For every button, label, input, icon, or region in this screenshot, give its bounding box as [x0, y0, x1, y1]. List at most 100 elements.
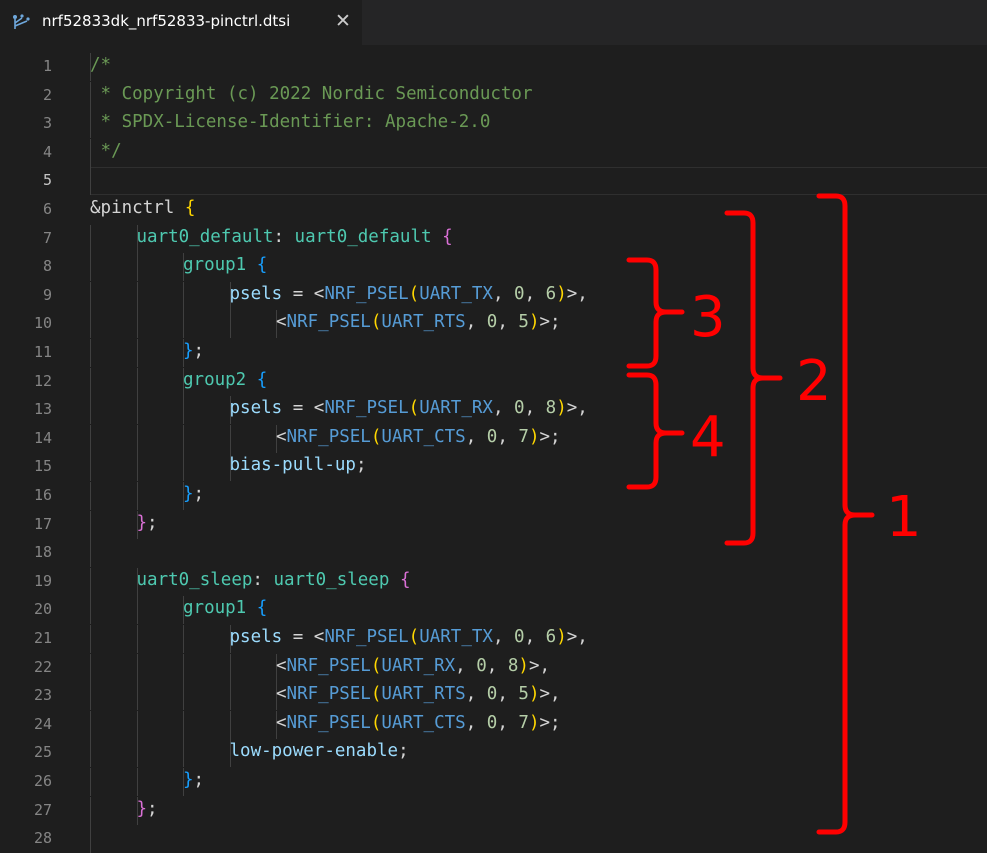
line-number[interactable]: 19	[0, 572, 52, 590]
code-line[interactable]: 2 * Copyright (c) 2022 Nordic Semiconduc…	[0, 81, 987, 110]
code-token: ,	[465, 712, 487, 733]
line-number[interactable]: 26	[0, 772, 52, 790]
line-number[interactable]: 18	[0, 543, 52, 561]
code-token: ,	[465, 426, 487, 447]
code-token: (	[408, 283, 420, 304]
code-line[interactable]: 5	[0, 167, 987, 196]
code-line[interactable]: 26};	[0, 768, 987, 796]
line-number[interactable]: 25	[0, 743, 52, 761]
code-line[interactable]: 16};	[0, 482, 987, 510]
line-number[interactable]: 15	[0, 457, 52, 475]
code-token: ,	[492, 283, 515, 304]
code-line[interactable]: 27};	[0, 796, 987, 825]
code-token: NRF_PSEL	[286, 684, 371, 705]
indent-guide	[90, 310, 91, 339]
indent-guide	[136, 682, 138, 711]
indent-guide	[183, 625, 184, 653]
indent-guide	[229, 682, 231, 711]
line-number[interactable]: 20	[0, 600, 52, 618]
line-number[interactable]: 9	[0, 286, 52, 304]
line-number[interactable]: 6	[0, 200, 52, 218]
line-number[interactable]: 22	[0, 658, 52, 676]
code-token: group1	[183, 598, 247, 619]
code-text: psels = <NRF_PSEL(UART_TX, 0, 6)>,	[230, 627, 588, 647]
code-line[interactable]: 8 group1 {	[0, 253, 987, 282]
code-token: ;	[193, 770, 205, 790]
code-line[interactable]: 23 <NRF_PSEL(UART_RTS, 0, 5)>,	[0, 682, 987, 711]
indent-guide	[183, 682, 184, 711]
code-token: >;	[539, 312, 561, 333]
code-line[interactable]: 4 */	[0, 138, 987, 167]
code-line[interactable]: 12 group2 {	[0, 367, 987, 396]
annotation-label-4: 4	[690, 405, 726, 470]
code-line[interactable]: 28	[0, 825, 987, 853]
indent-guide	[90, 710, 91, 739]
indent-guide	[136, 710, 138, 739]
editor-tab[interactable]: nrf52833dk_nrf52833-pinctrl.dtsi ✕	[0, 0, 362, 45]
line-number[interactable]: 21	[0, 629, 52, 647]
code-token: low-power-enable	[229, 741, 399, 762]
code-token: ,	[486, 655, 508, 676]
code-line[interactable]: 7 uart0_default: uart0_default {	[0, 224, 987, 253]
close-icon[interactable]: ✕	[332, 10, 354, 32]
code-line[interactable]: 11};	[0, 339, 987, 367]
line-number[interactable]: 4	[0, 143, 52, 161]
code-token: NRF_PSEL	[286, 312, 371, 333]
code-token: >;	[539, 426, 561, 447]
line-number[interactable]: 17	[0, 515, 52, 533]
indent-guide	[229, 424, 231, 453]
code-line[interactable]: 20 group1 {	[0, 596, 987, 625]
code-line[interactable]: 25 low-power-enable;	[0, 739, 987, 768]
code-line[interactable]: 14 <NRF_PSEL(UART_CTS, 0, 7)>;	[0, 424, 987, 453]
code-token: 0	[486, 426, 498, 447]
code-line[interactable]: 22 <NRF_PSEL(UART_RX, 0, 8)>,	[0, 653, 987, 682]
line-number[interactable]: 5	[0, 171, 52, 189]
line-number[interactable]: 16	[0, 486, 52, 504]
line-number[interactable]: 8	[0, 257, 52, 275]
line-number[interactable]: 10	[0, 314, 52, 332]
code-line[interactable]: 18	[0, 539, 987, 568]
code-line[interactable]: 17};	[0, 510, 987, 539]
line-number[interactable]: 24	[0, 715, 52, 733]
line-number[interactable]: 1	[0, 57, 52, 75]
code-line[interactable]: 10 <NRF_PSEL(UART_RTS, 0, 5)>;	[0, 310, 987, 339]
line-number[interactable]: 11	[0, 343, 52, 361]
code-editor[interactable]: 1 /* 2 * Copyright (c) 2022 Nordic Semicon…	[0, 45, 987, 853]
line-number[interactable]: 12	[0, 372, 52, 390]
indent-guide	[183, 281, 184, 310]
code-line[interactable]: 1 /*	[0, 53, 987, 81]
code-line[interactable]: 15 bias-pull-up;	[0, 453, 987, 482]
code-text: psels = <NRF_PSEL(UART_TX, 0, 6)>,	[230, 284, 588, 304]
code-line[interactable]: 9 psels = <NRF_PSEL(UART_TX, 0, 6)>,	[0, 281, 987, 310]
tab-bar: nrf52833dk_nrf52833-pinctrl.dtsi ✕	[0, 0, 987, 45]
code-line[interactable]: 6 &pinctrl {	[0, 196, 987, 224]
code-line[interactable]: 3 * SPDX-License-Identifier: Apache-2.0	[0, 110, 987, 139]
code-line[interactable]: 24 <NRF_PSEL(UART_CTS, 0, 7)>;	[0, 710, 987, 739]
line-number[interactable]: 2	[0, 86, 52, 104]
code-text: bias-pull-up;	[230, 455, 367, 475]
indent-guide	[90, 682, 91, 711]
line-number[interactable]: 27	[0, 801, 52, 819]
code-token: (	[408, 627, 420, 647]
code-token: ,	[497, 684, 519, 705]
indent-guide	[90, 596, 91, 625]
indent-guide	[136, 367, 138, 396]
line-number[interactable]: 28	[0, 829, 52, 847]
code-token: 6	[545, 627, 557, 647]
current-line-highlight	[90, 167, 987, 196]
code-line[interactable]: 19 uart0_sleep: uart0_sleep {	[0, 567, 987, 596]
code-text: */	[90, 141, 122, 161]
code-line[interactable]: 21 psels = <NRF_PSEL(UART_TX, 0, 6)>,	[0, 625, 987, 653]
line-number[interactable]: 23	[0, 686, 52, 704]
code-token: NRF_PSEL	[286, 655, 371, 676]
code-token: 0	[476, 655, 487, 676]
code-token: NRF_PSEL	[324, 398, 409, 419]
code-text: group2 {	[183, 370, 267, 390]
code-line[interactable]: 13 psels = <NRF_PSEL(UART_RX, 0, 8)>,	[0, 396, 987, 425]
line-number[interactable]: 7	[0, 229, 52, 247]
line-number[interactable]: 13	[0, 400, 52, 418]
code-token: <	[276, 426, 287, 447]
line-number[interactable]: 14	[0, 429, 52, 447]
code-token: )	[556, 398, 567, 419]
line-number[interactable]: 3	[0, 114, 52, 132]
